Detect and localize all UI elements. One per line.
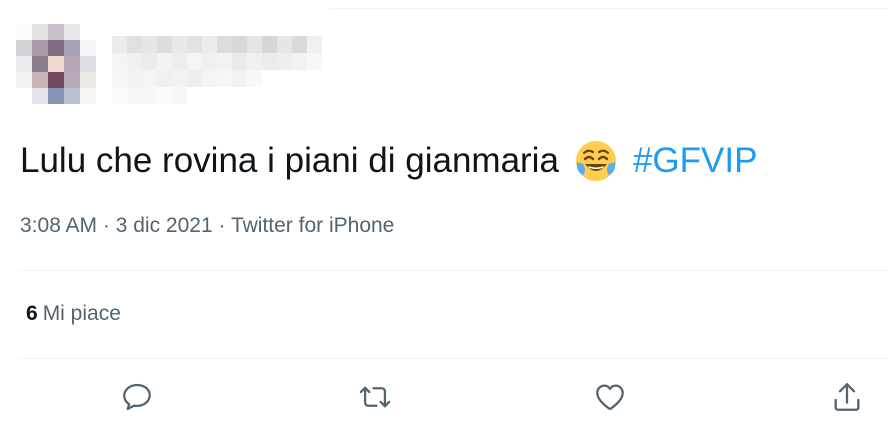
reply-icon: [123, 383, 151, 411]
avatar[interactable]: [16, 24, 96, 104]
likes-count: 6: [26, 302, 38, 325]
heart-icon: [596, 384, 624, 411]
hashtag-link[interactable]: #GFVIP: [633, 139, 757, 183]
tweet-text: Lulu che rovina i piani di gianmaria #GF…: [20, 138, 757, 184]
like-button[interactable]: [591, 378, 629, 416]
divider: [20, 270, 888, 271]
likes-label: Mi piace: [42, 302, 121, 325]
meta-separator: ·: [97, 214, 116, 237]
tweet-meta: 3:08 AM · 3 dic 2021 · Twitter for iPhon…: [20, 214, 394, 238]
share-button[interactable]: [828, 378, 866, 416]
reply-button[interactable]: [118, 378, 156, 416]
tweet-time[interactable]: 3:08 AM: [20, 214, 97, 237]
tweet-body: Lulu che rovina i piani di gianmaria: [20, 141, 559, 180]
retweet-button[interactable]: [356, 378, 394, 416]
divider: [20, 358, 888, 359]
share-icon: [834, 383, 860, 411]
tweet-source[interactable]: Twitter for iPhone: [231, 214, 394, 237]
tweet-date[interactable]: 3 dic 2021: [116, 214, 213, 237]
meta-separator: ·: [212, 214, 231, 237]
top-divider: [330, 8, 888, 9]
username-blurred[interactable]: [112, 36, 322, 104]
likes-stat[interactable]: 6 Mi piace: [26, 302, 121, 326]
tears-of-joy-emoji-icon: [573, 138, 619, 184]
retweet-icon: [359, 386, 391, 408]
